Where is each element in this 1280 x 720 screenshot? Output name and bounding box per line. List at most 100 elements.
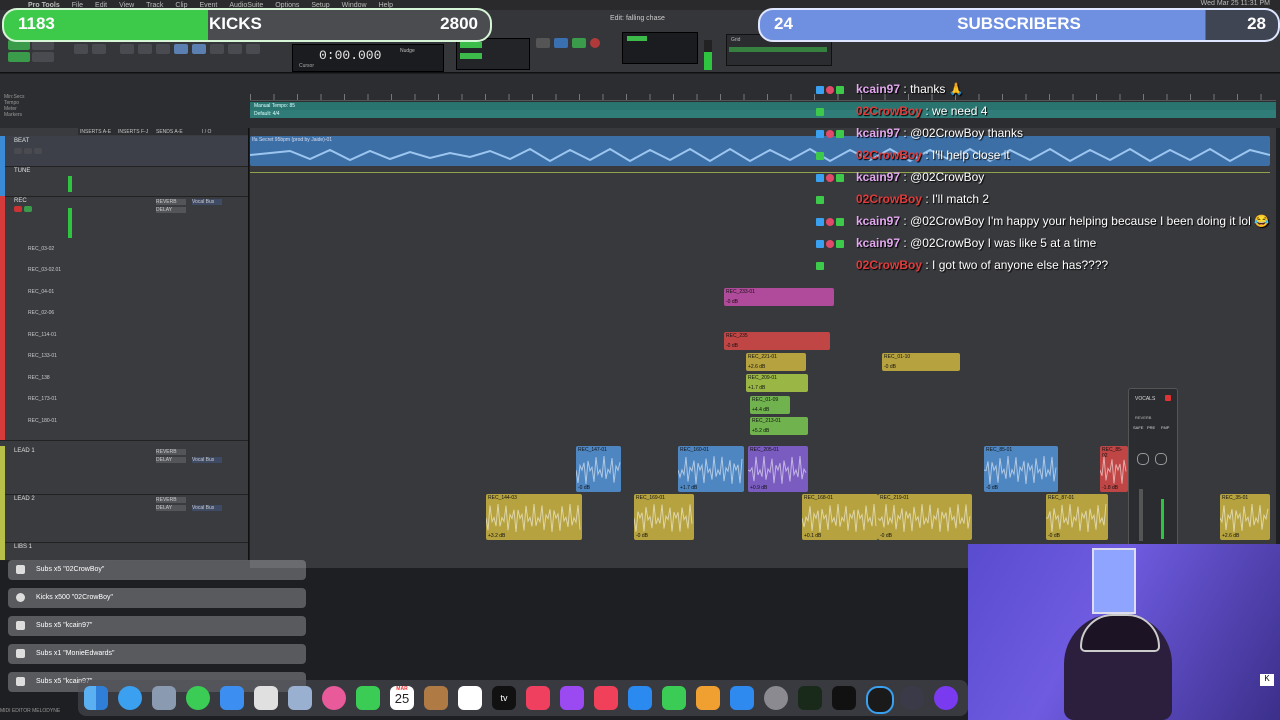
selector-tool-button[interactable] [156,44,170,54]
output-vocal-bus[interactable]: Vocal Bus [192,457,222,463]
appstore-icon[interactable] [730,686,754,710]
facetime-icon[interactable] [356,686,380,710]
clip-rec[interactable]: REC_235 -0 dB [724,332,830,350]
chat-username[interactable]: 02CrowBoy [856,148,922,162]
fader-track[interactable] [1139,489,1143,541]
pan-knob-left[interactable] [1137,453,1149,465]
clip-lead2[interactable]: REC_169-01 -0 dB [634,494,694,540]
numbers-icon[interactable] [662,686,686,710]
track-libs-1[interactable]: LIBS 1 [0,542,248,561]
scrubber-tool-button[interactable] [210,44,224,54]
track-name-beat[interactable]: BEAT [14,138,29,144]
mail-icon[interactable] [220,686,244,710]
appletv-icon[interactable]: tv [492,686,516,710]
chat-username[interactable]: kcain97 [856,214,900,228]
close-icon[interactable] [1165,395,1171,401]
track-rec[interactable]: REC REVERB DELAY Vocal Bus REC_03-02 REC… [0,196,248,441]
messages-icon[interactable] [186,686,210,710]
obs-icon[interactable] [866,686,894,714]
insert-reverb[interactable]: REVERB [156,449,186,455]
utility-icon[interactable] [900,686,924,710]
track-name-lead-1[interactable]: LEAD 1 [14,448,35,454]
strength-swing-bar[interactable] [729,47,827,52]
play-button[interactable] [572,38,586,48]
track-lead-1[interactable]: LEAD 1 REVERB DELAY Vocal Bus [0,446,248,495]
clip-lead1[interactable]: REC_160-01 +1.7 dB [678,446,744,492]
safe-label[interactable]: SAFE [1133,425,1143,430]
pencil-tool-button[interactable] [228,44,242,54]
track-lead-2[interactable]: LEAD 2 REVERB DELAY Vocal Bus [0,494,248,543]
podcasts-icon[interactable] [560,686,584,710]
insert-reverb[interactable]: REVERB [156,199,186,205]
clip-lead2[interactable]: REC_168-01 +0.1 dB [802,494,878,540]
chat-username[interactable]: 02CrowBoy [856,104,922,118]
insert-reverb[interactable]: REVERB [156,497,186,503]
clip-lead1[interactable]: REC_205-01 +0.9 dB [748,446,808,492]
track-name-libs-1[interactable]: LIBS 1 [14,544,32,550]
pages-icon[interactable] [696,686,720,710]
insert-delay[interactable]: DELAY [156,457,186,463]
vocals-mixer-strip[interactable]: VOCALS REVERB SAFE PRE FMP [1128,388,1178,546]
protools-icon[interactable] [798,686,822,710]
photos-app-icon[interactable] [322,686,346,710]
reminders-icon[interactable] [458,686,482,710]
notes-folder-icon[interactable] [254,686,278,710]
stop-button[interactable] [554,38,568,48]
chat-username[interactable]: kcain97 [856,126,900,140]
output-vocal-bus[interactable]: Vocal Bus [192,505,222,511]
grid-mode-button[interactable] [32,52,54,62]
click-count-panel[interactable] [622,32,698,64]
calendar-icon[interactable]: MAR 25 [390,686,414,710]
clip-lead1[interactable]: REC_85-02 -1.8 dB [1100,446,1128,492]
track-name-rec[interactable]: REC [14,198,27,204]
settings-icon[interactable] [764,686,788,710]
insert-delay[interactable]: DELAY [156,207,186,213]
clip-rec[interactable]: REC_221-01 +2.6 dB [746,353,806,371]
chat-username[interactable]: kcain97 [856,170,900,184]
track-beat[interactable]: BEAT [0,136,248,167]
zoom-tool-button[interactable] [120,44,134,54]
clip-lead2[interactable]: REC_87-01 -0 dB [1046,494,1108,540]
zoom-preset-1[interactable] [74,44,88,54]
ilok-icon[interactable] [832,686,856,710]
clip-lead1[interactable]: REC_85-01 -0 dB [984,446,1058,492]
nudge-grid-display[interactable] [456,38,530,70]
smart-tool-button[interactable] [192,44,206,54]
tab-to-transient-button[interactable] [246,44,260,54]
solo-button[interactable] [24,148,32,154]
solo-button[interactable] [24,206,32,212]
record-enable-button[interactable] [14,148,22,154]
spot-mode-button[interactable] [8,52,30,62]
record-enable-button[interactable] [14,206,22,212]
main-counter[interactable]: 0:00.000 Cursor [292,44,444,72]
track-name-tune[interactable]: TUNE [14,168,30,174]
online-button[interactable] [536,38,550,48]
app-icon[interactable] [934,686,958,710]
record-button[interactable] [590,38,600,48]
track-tune[interactable]: TUNE [0,166,248,197]
safari-icon[interactable] [118,686,142,710]
finder-icon[interactable] [84,686,108,710]
contacts-icon[interactable] [424,686,448,710]
keynote-icon[interactable] [628,686,652,710]
clip-rec[interactable]: REC_01-10 -0 dB [882,353,960,371]
clip-rec[interactable]: REC_01-09 +4.4 dB [750,396,790,414]
clip-rec[interactable]: REC_233-01 -0 dB [724,288,834,306]
news-icon[interactable] [594,686,618,710]
clip-rec[interactable]: REC_213-01 +5.2 dB [750,417,808,435]
trim-tool-button[interactable] [138,44,152,54]
chat-username[interactable]: kcain97 [856,236,900,250]
grabber-tool-button[interactable] [174,44,188,54]
mute-button[interactable] [34,148,42,154]
clip-lead2[interactable]: REC_144-03 +3.2 dB [486,494,582,540]
clip-rec[interactable]: REC_209-01 +1.7 dB [746,374,808,392]
clip-lead1[interactable]: REC_147-01 -0 dB [576,446,621,492]
insert-delay[interactable]: DELAY [156,505,186,511]
photos-icon[interactable] [288,686,312,710]
clip-lead2[interactable]: REC_219-01 -0 dB [878,494,972,540]
track-name-lead-2[interactable]: LEAD 2 [14,496,35,502]
clip-lead2[interactable]: REC_35-01 +2.6 dB [1220,494,1270,540]
chat-username[interactable]: 02CrowBoy [856,258,922,272]
zoom-preset-2[interactable] [92,44,106,54]
chat-username[interactable]: 02CrowBoy [856,192,922,206]
